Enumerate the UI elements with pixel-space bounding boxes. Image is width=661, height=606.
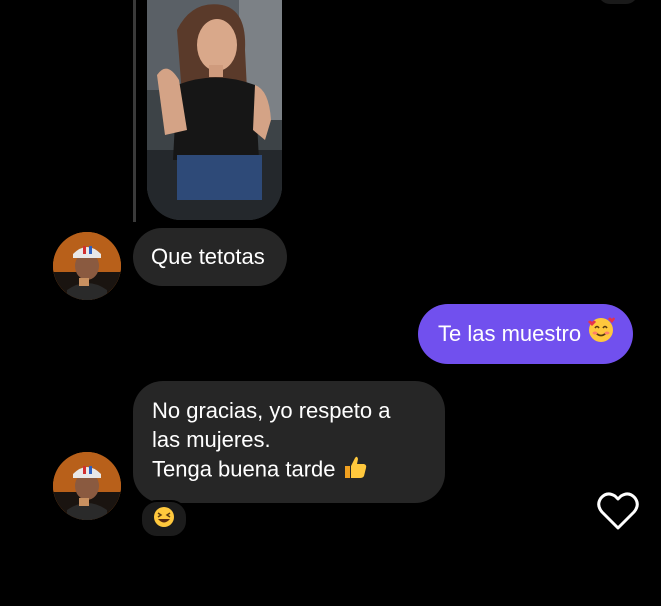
reply-thread-line: [133, 0, 136, 222]
grinning-squinting-face-icon: [153, 506, 175, 533]
contact-avatar[interactable]: [53, 452, 121, 520]
incoming-message-bubble[interactable]: No gracias, yo respeto a las mujeres. Te…: [133, 381, 445, 503]
message-text-line: las mujeres.: [152, 426, 271, 452]
message-text-line: No gracias, yo respeto a: [152, 398, 391, 423]
message-reaction[interactable]: [140, 500, 188, 538]
incoming-message-bubble[interactable]: Que tetotas: [133, 228, 287, 286]
photo-image: [147, 0, 282, 220]
contact-avatar[interactable]: [53, 232, 121, 300]
avatar-image: [53, 232, 121, 300]
smiling-face-with-hearts-icon: [587, 316, 616, 352]
message-text: Tenga buena tarde: [152, 456, 336, 482]
message-text: Te las muestro: [438, 320, 582, 346]
like-heart-icon[interactable]: [596, 490, 640, 532]
previous-message-edge: [598, 0, 638, 4]
outgoing-message-bubble[interactable]: Te las muestro: [418, 304, 634, 364]
thumbs-up-icon: [342, 454, 368, 488]
avatar-image: [53, 452, 121, 520]
message-text-line-with-emoji: Tenga buena tarde: [152, 454, 445, 488]
shared-photo[interactable]: [147, 0, 282, 220]
message-text: Que tetotas: [151, 243, 265, 269]
